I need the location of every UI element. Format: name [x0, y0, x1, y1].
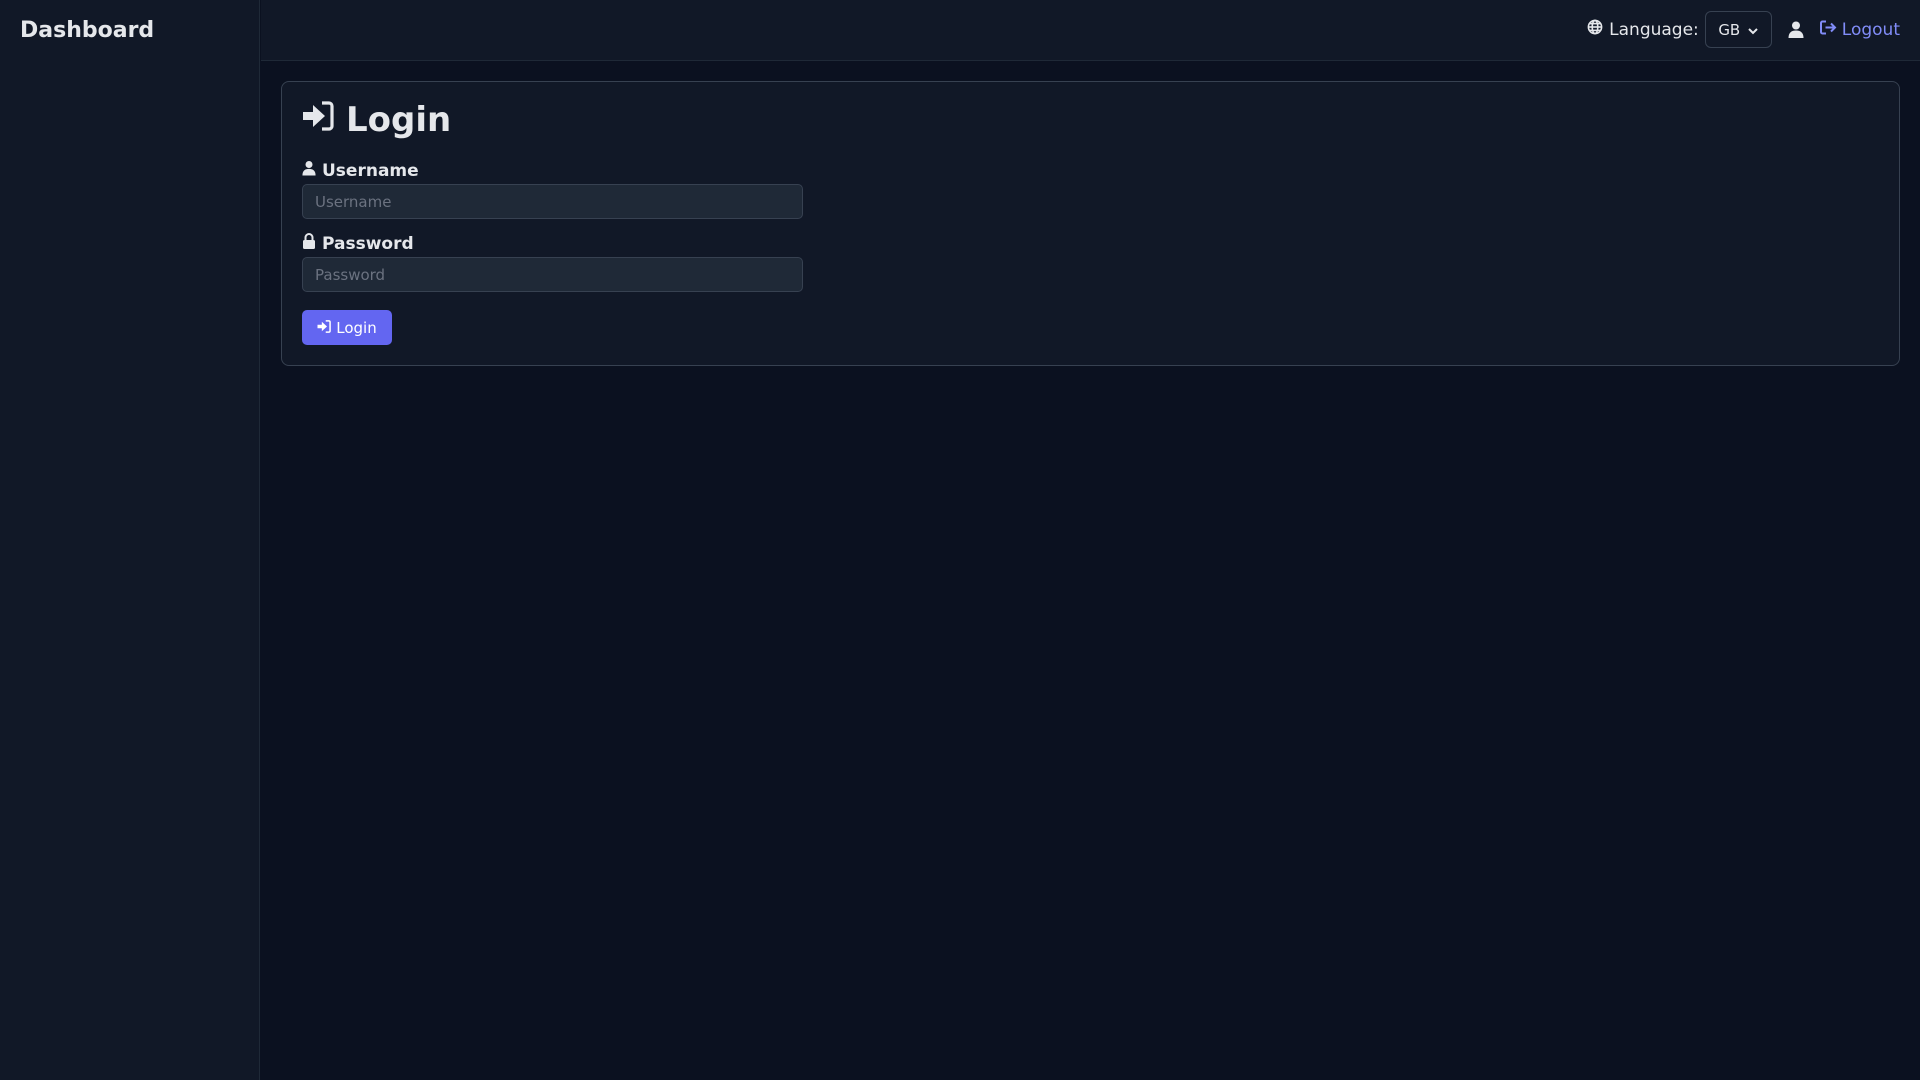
logout-label: Logout — [1841, 19, 1900, 40]
language-select-value: GB — [1718, 20, 1741, 39]
page-title-text: Login — [346, 100, 452, 140]
login-card: Login Username Password Login — [281, 81, 1900, 366]
lock-icon — [302, 233, 316, 254]
logout-icon — [1819, 20, 1837, 40]
sidebar-title[interactable]: Dashboard — [20, 18, 154, 43]
logout-link[interactable]: Logout — [1819, 19, 1900, 40]
page-title: Login — [302, 100, 451, 140]
username-label-text: Username — [322, 160, 419, 181]
login-button[interactable]: Login — [302, 310, 392, 345]
user-icon[interactable] — [1788, 21, 1804, 38]
password-label-text: Password — [322, 233, 414, 254]
language-select[interactable]: GB — [1704, 11, 1772, 48]
password-input[interactable] — [302, 257, 803, 292]
language-label: Language: — [1587, 19, 1699, 40]
navbar-actions: Language: GB Logout — [1587, 11, 1900, 48]
username-input[interactable] — [302, 184, 803, 219]
user-icon — [302, 160, 316, 181]
sign-in-icon — [317, 319, 332, 337]
language-label-text: Language: — [1609, 19, 1699, 40]
top-navbar: Language: GB Logout — [261, 0, 1920, 61]
chevron-down-icon — [1748, 21, 1758, 39]
username-label: Username — [302, 160, 419, 181]
sidebar: Dashboard — [0, 0, 260, 1080]
login-button-label: Login — [336, 318, 377, 337]
password-label: Password — [302, 233, 414, 254]
globe-icon — [1587, 19, 1603, 40]
sign-in-icon — [302, 100, 334, 140]
